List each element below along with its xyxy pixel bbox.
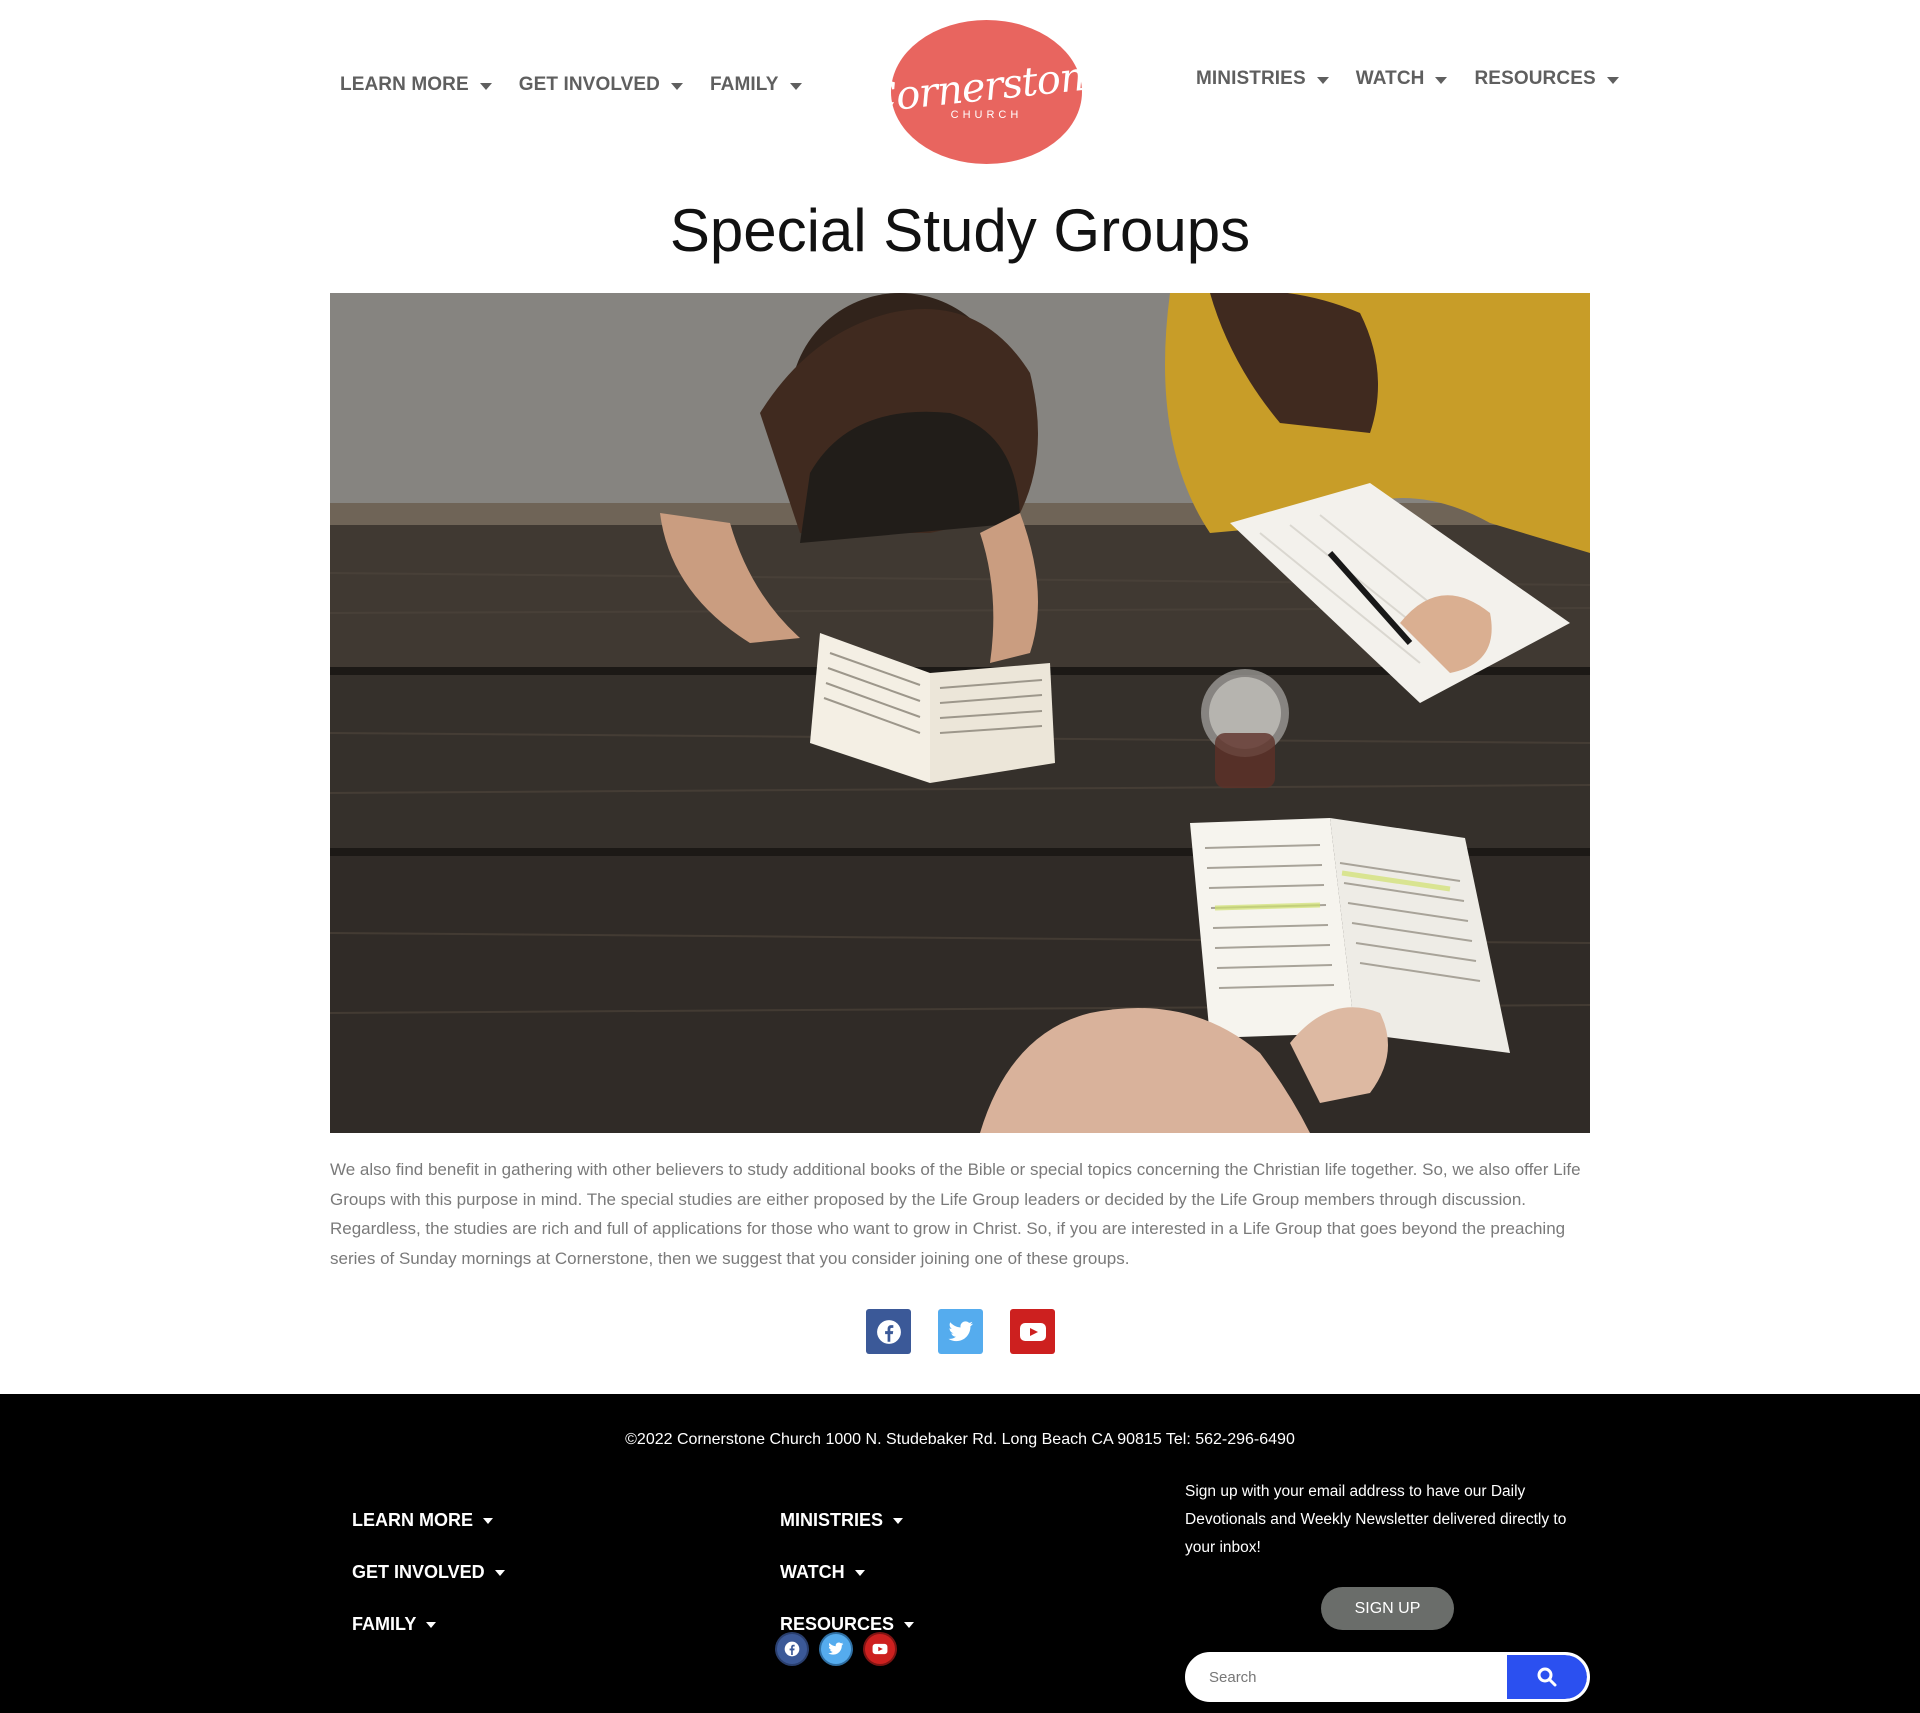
caret-down-icon — [854, 1570, 865, 1576]
page-title: Special Study Groups — [669, 197, 1251, 264]
nav-ministries[interactable]: MINISTRIES — [1196, 68, 1329, 90]
hero-image — [330, 293, 1590, 1133]
caret-down-icon — [789, 82, 802, 90]
twitter-button[interactable] — [938, 1309, 983, 1354]
footer-nav-get-involved[interactable]: GET INVOLVED — [352, 1546, 505, 1598]
nav-resources[interactable]: RESOURCES — [1474, 68, 1619, 90]
twitter-icon — [948, 1320, 973, 1341]
footer-twitter-button[interactable] — [821, 1634, 851, 1664]
footer-nav-learn-more[interactable]: LEARN MORE — [352, 1494, 505, 1546]
church-logo[interactable]: Cornerstone CHURCH — [864, 20, 1109, 164]
caret-down-icon — [671, 82, 683, 90]
search-input[interactable] — [1188, 1655, 1507, 1699]
body-paragraph: We also find benefit in gathering with o… — [330, 1160, 1581, 1268]
facebook-icon — [876, 1319, 901, 1344]
primary-nav-left: LEARN MORE GET INVOLVED FAMILY — [340, 74, 829, 96]
caret-down-icon — [904, 1622, 915, 1628]
footer-nav-watch[interactable]: WATCH — [780, 1546, 914, 1598]
nav-get-involved[interactable]: GET INVOLVED — [519, 74, 683, 96]
footer-nav-left: LEARN MORE GET INVOLVED FAMILY — [352, 1494, 505, 1650]
youtube-button[interactable] — [1010, 1309, 1055, 1354]
site-footer: ©2022 Cornerstone Church 1000 N. Studeba… — [0, 1394, 1920, 1713]
footer-nav-mid: MINISTRIES WATCH RESOURCES — [780, 1494, 915, 1650]
twitter-icon — [828, 1642, 844, 1655]
newsletter-signup-text: Sign up with your email address to have … — [1185, 1483, 1567, 1556]
footer-youtube-button[interactable] — [865, 1634, 895, 1664]
caret-down-icon — [426, 1622, 437, 1628]
facebook-icon — [784, 1641, 800, 1657]
caret-down-icon — [1435, 76, 1448, 84]
sign-up-button[interactable]: SIGN UP — [1321, 1587, 1454, 1630]
study-group-photo — [330, 293, 1590, 1133]
facebook-button[interactable] — [866, 1309, 911, 1354]
nav-watch[interactable]: WATCH — [1356, 68, 1448, 90]
social-share-bar — [866, 1309, 1055, 1354]
footer-nav-family[interactable]: FAMILY — [352, 1598, 505, 1650]
caret-down-icon — [479, 82, 492, 90]
search-button[interactable] — [1507, 1655, 1587, 1699]
nav-learn-more[interactable]: LEARN MORE — [340, 74, 492, 96]
youtube-icon — [1019, 1322, 1046, 1341]
footer-social-bar — [777, 1634, 895, 1664]
footer-nav-ministries[interactable]: MINISTRIES — [780, 1494, 914, 1546]
copyright-text: ©2022 Cornerstone Church 1000 N. Studeba… — [625, 1431, 1295, 1448]
caret-down-icon — [1316, 76, 1329, 84]
logo-script: Cornerstone — [864, 51, 1109, 123]
caret-down-icon — [483, 1518, 493, 1524]
caret-down-icon — [1606, 76, 1619, 84]
caret-down-icon — [893, 1518, 904, 1524]
nav-family[interactable]: FAMILY — [710, 74, 802, 96]
search-icon — [1537, 1667, 1557, 1687]
footer-facebook-button[interactable] — [777, 1634, 807, 1664]
search-bar — [1185, 1652, 1590, 1702]
site-header: LEARN MORE GET INVOLVED FAMILY Cornersto… — [0, 0, 1920, 180]
youtube-icon — [872, 1643, 888, 1655]
primary-nav-right: MINISTRIES WATCH RESOURCES — [1196, 68, 1646, 90]
caret-down-icon — [494, 1570, 505, 1576]
